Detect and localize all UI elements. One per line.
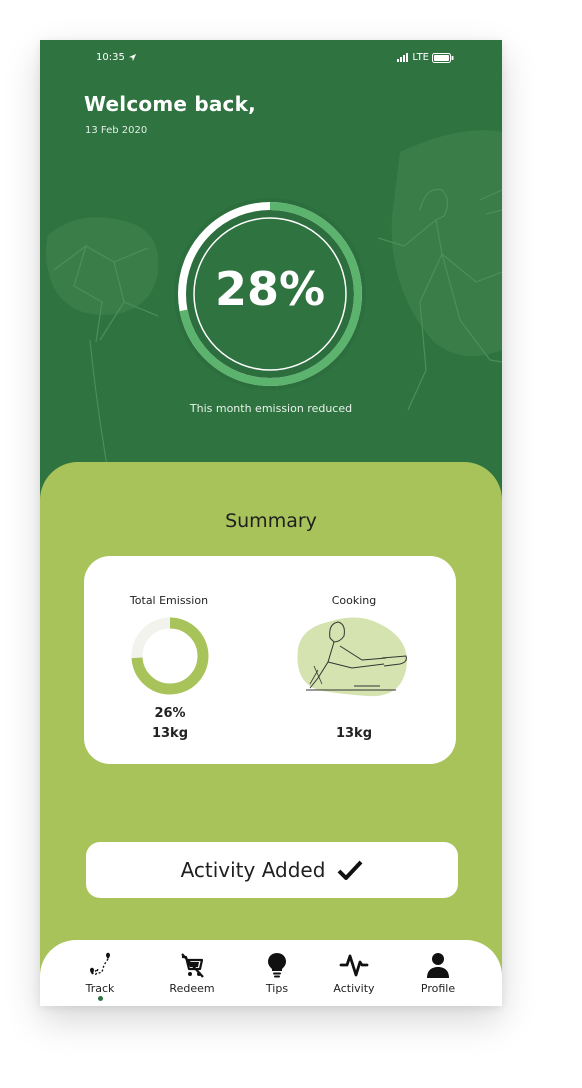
route-map-icon: [90, 952, 110, 976]
total-emission-percent: 26%: [154, 706, 186, 721]
nav-item-tips[interactable]: Tips: [242, 950, 312, 1006]
welcome-heading: Welcome back,: [84, 92, 256, 116]
reduction-percentage: 28%: [214, 262, 326, 316]
lightbulb-icon: [268, 953, 286, 978]
current-date: 13 Feb 2020: [85, 125, 148, 136]
nav-item-activity[interactable]: Activity: [319, 950, 389, 1006]
activity-pulse-icon: [339, 954, 369, 977]
hero-section: 10:35 LTE Welcome back, 13 Feb 2020 28% …: [40, 40, 502, 510]
nav-label-redeem: Redeem: [169, 982, 215, 995]
status-bar: 10:35 LTE: [40, 52, 502, 66]
status-indicators: LTE: [397, 52, 454, 63]
summary-title: Summary: [225, 510, 317, 532]
signal-icon: [397, 53, 409, 62]
summary-card: Total Emission 26% 13kg Cooking 13kg: [84, 556, 456, 764]
summary-panel: Summary Total Emission 26% 13kg Cooking …: [40, 462, 502, 1006]
checkmark-icon: [338, 860, 363, 880]
activity-added-label: Activity Added: [180, 858, 326, 882]
reduction-caption: This month emission reduced: [189, 402, 353, 415]
nav-label-activity: Activity: [333, 982, 375, 995]
total-emission-ring-graphic: [131, 617, 209, 695]
total-emission-amount: 13kg: [151, 726, 189, 741]
nav-label-track: Track: [85, 982, 115, 995]
nav-label-tips: Tips: [265, 982, 289, 995]
location-arrow-icon: [128, 53, 136, 62]
active-indicator-dot: [98, 996, 103, 1001]
bottom-navigation: Track Redeem Tips Activity Profile: [40, 940, 502, 1006]
nav-label-profile: Profile: [420, 982, 456, 995]
cooking-illustration: [297, 617, 407, 697]
total-emission-ring: [130, 616, 210, 696]
emission-progress-ring: 28%: [170, 194, 370, 394]
user-icon: [427, 953, 449, 978]
battery-icon: [432, 52, 454, 63]
activity-added-button[interactable]: Activity Added: [86, 842, 458, 898]
nav-item-profile[interactable]: Profile: [403, 950, 473, 1006]
status-time: 10:35: [96, 52, 137, 63]
total-emission-label: Total Emission: [129, 594, 209, 607]
cart-off-icon: [181, 953, 204, 978]
cooking-amount: 13kg: [335, 726, 373, 741]
nav-item-redeem[interactable]: Redeem: [157, 950, 227, 1006]
phone-screen: 10:35 LTE Welcome back, 13 Feb 2020 28% …: [40, 40, 502, 1006]
